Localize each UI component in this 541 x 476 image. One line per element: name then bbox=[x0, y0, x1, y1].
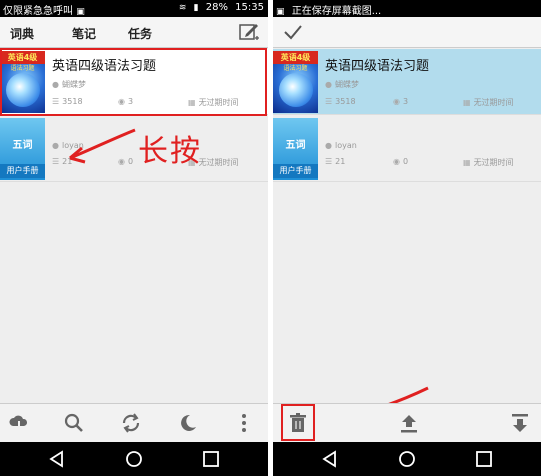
item-title: 英语四级语法习题 bbox=[325, 59, 430, 74]
highlight-box bbox=[0, 48, 267, 116]
tab-tasks[interactable]: 任务 bbox=[128, 25, 152, 42]
item-views-row: ◉ 3 bbox=[393, 97, 408, 106]
book-cover: 五词 用户手册 bbox=[273, 118, 318, 180]
carrier-text: 仅限紧急急呼叫 bbox=[3, 6, 73, 17]
back-icon[interactable] bbox=[321, 450, 339, 468]
item-author-row: ● 蝴蝶梦 bbox=[325, 79, 359, 90]
item-expire: 无过期时间 bbox=[198, 158, 239, 167]
item-expire-row: ▦ 无过期时间 bbox=[463, 97, 514, 108]
list-item-selected[interactable]: 英语4级 语法习题 英语四级语法习题 ● 蝴蝶梦 ☰ 3518 ◉ 3 ▦ 无过期时间 bbox=[273, 49, 541, 115]
battery-percent: 28% bbox=[205, 2, 228, 13]
book-cover: 英语4级 语法习题 bbox=[273, 51, 318, 113]
battery-icon: ▮ bbox=[193, 3, 199, 13]
home-icon[interactable] bbox=[125, 450, 143, 468]
move-to-bottom-icon[interactable] bbox=[509, 412, 531, 434]
globe-graphic bbox=[279, 73, 313, 107]
phone-right: ▣ 正在保存屏幕截图... 英语4级 语法习题 英语四级语法习题 ● 蝴蝶梦 ☰ 3… bbox=[273, 0, 541, 476]
cover-word: 五词 bbox=[285, 140, 306, 151]
item-count: 21 bbox=[335, 157, 346, 166]
item-author: loyan bbox=[334, 141, 357, 150]
annotation-arrow bbox=[69, 128, 136, 164]
item-count-row: ☰ 3518 bbox=[325, 97, 356, 106]
status-bar: 仅限紧急急呼叫 ▣ ≋ ▮ 28% 15:35 bbox=[0, 0, 268, 17]
item-count-row: ☰ 21 bbox=[325, 157, 345, 166]
tab-bar: 词典 笔记 任务 bbox=[0, 17, 268, 48]
image-notification-icon: ▣ bbox=[276, 7, 285, 17]
list-icon: ☰ bbox=[325, 157, 333, 166]
eye-icon: ◉ bbox=[393, 97, 400, 106]
item-expire-row: ▦ 无过期时间 bbox=[463, 157, 514, 168]
cloud-download-icon[interactable] bbox=[8, 412, 30, 434]
long-press-annotation: 长按 bbox=[138, 134, 202, 169]
tab-dictionary[interactable]: 词典 bbox=[10, 25, 34, 42]
item-expire: 无过期时间 bbox=[473, 158, 514, 167]
cover-subtitle: 语法习题 bbox=[283, 65, 308, 72]
clock: 15:35 bbox=[235, 2, 264, 13]
list-icon: ☰ bbox=[325, 97, 333, 106]
item-views: 3 bbox=[402, 97, 409, 106]
calendar-icon: ▦ bbox=[463, 98, 471, 107]
wifi-icon: ≋ bbox=[178, 3, 187, 13]
item-views: 0 bbox=[402, 157, 409, 166]
image-notification-icon: ▣ bbox=[76, 7, 85, 17]
upload-icon[interactable] bbox=[398, 412, 420, 434]
screenshot-notice: 正在保存屏幕截图... bbox=[291, 6, 382, 17]
system-nav-bar bbox=[0, 442, 268, 476]
phone-left: 仅限紧急急呼叫 ▣ ≋ ▮ 28% 15:35 词典 笔记 任务 英语4级 语法… bbox=[0, 0, 268, 476]
item-author: 蝴蝶梦 bbox=[334, 80, 359, 89]
night-mode-icon[interactable] bbox=[177, 412, 199, 434]
cover-footer: 用户手册 bbox=[273, 164, 318, 178]
list-item[interactable]: 五词 用户手册 ● loyan ☰ 21 ◉ 0 ▦ 无过期时间 bbox=[273, 116, 541, 182]
system-nav-bar bbox=[273, 442, 541, 476]
item-count: 3518 bbox=[335, 97, 356, 106]
eye-icon: ◉ bbox=[393, 157, 400, 166]
recents-icon[interactable] bbox=[202, 450, 220, 468]
back-icon[interactable] bbox=[48, 450, 66, 468]
search-icon[interactable] bbox=[63, 412, 85, 434]
status-bar: ▣ 正在保存屏幕截图... bbox=[273, 0, 541, 17]
item-expire: 无过期时间 bbox=[473, 98, 514, 107]
compose-icon[interactable] bbox=[238, 21, 260, 43]
selection-bar bbox=[273, 17, 541, 48]
more-icon[interactable] bbox=[233, 412, 255, 434]
bottom-toolbar bbox=[0, 403, 268, 442]
item-views-row: ◉ 0 bbox=[393, 157, 408, 166]
item-author-row: ● loyan bbox=[325, 141, 357, 150]
home-icon[interactable] bbox=[398, 450, 416, 468]
tab-notes[interactable]: 笔记 bbox=[72, 25, 96, 42]
recents-icon[interactable] bbox=[475, 450, 493, 468]
highlight-box bbox=[281, 404, 315, 441]
user-icon: ● bbox=[325, 80, 332, 89]
calendar-icon: ▦ bbox=[463, 158, 471, 167]
user-icon: ● bbox=[325, 141, 332, 150]
sync-icon[interactable] bbox=[120, 412, 142, 434]
check-icon[interactable] bbox=[283, 22, 303, 42]
